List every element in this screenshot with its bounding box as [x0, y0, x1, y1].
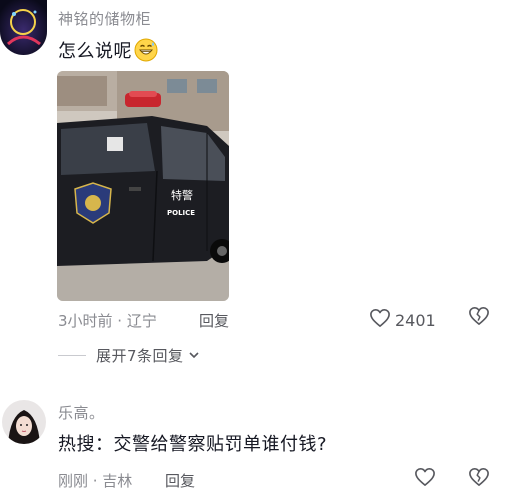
photo-sublabel: POLICE [167, 209, 195, 217]
heart-icon [369, 308, 391, 332]
dislike-button[interactable] [466, 467, 492, 491]
avatar[interactable] [0, 0, 47, 55]
grinning-sweat-emoji-icon [134, 38, 158, 67]
comment-username[interactable]: 乐高。 [58, 402, 105, 423]
heart-icon [414, 467, 436, 491]
like-button[interactable] [412, 467, 438, 491]
broken-heart-icon [468, 467, 490, 491]
expand-replies-button[interactable]: 展开7条回复 [58, 345, 200, 366]
comment-text: 热搜：交警给警察贴罚单谁付钱? [58, 434, 328, 455]
comment-username[interactable]: 神铭的储物柜 [58, 8, 151, 29]
comment-meta: 刚刚 · 吉林 [58, 472, 133, 490]
like-count: 2401 [395, 310, 436, 330]
like-button[interactable]: 2401 [369, 308, 436, 332]
chevron-down-icon [188, 346, 200, 365]
divider [58, 355, 86, 356]
broken-heart-icon [468, 306, 490, 330]
reply-button[interactable]: 回复 [199, 310, 229, 331]
expand-replies-label: 展开7条回复 [96, 347, 184, 365]
photo-label: 特警 [171, 188, 193, 202]
comment-text-content: 怎么说呢 [58, 41, 132, 62]
comment-meta: 3小时前 · 辽宁 [58, 312, 157, 330]
avatar[interactable] [2, 400, 46, 444]
reply-button[interactable]: 回复 [165, 470, 195, 491]
comment-photo[interactable]: 特警 POLICE [57, 71, 229, 301]
dislike-button[interactable] [466, 306, 492, 330]
comment-text: 怎么说呢 [58, 37, 158, 67]
